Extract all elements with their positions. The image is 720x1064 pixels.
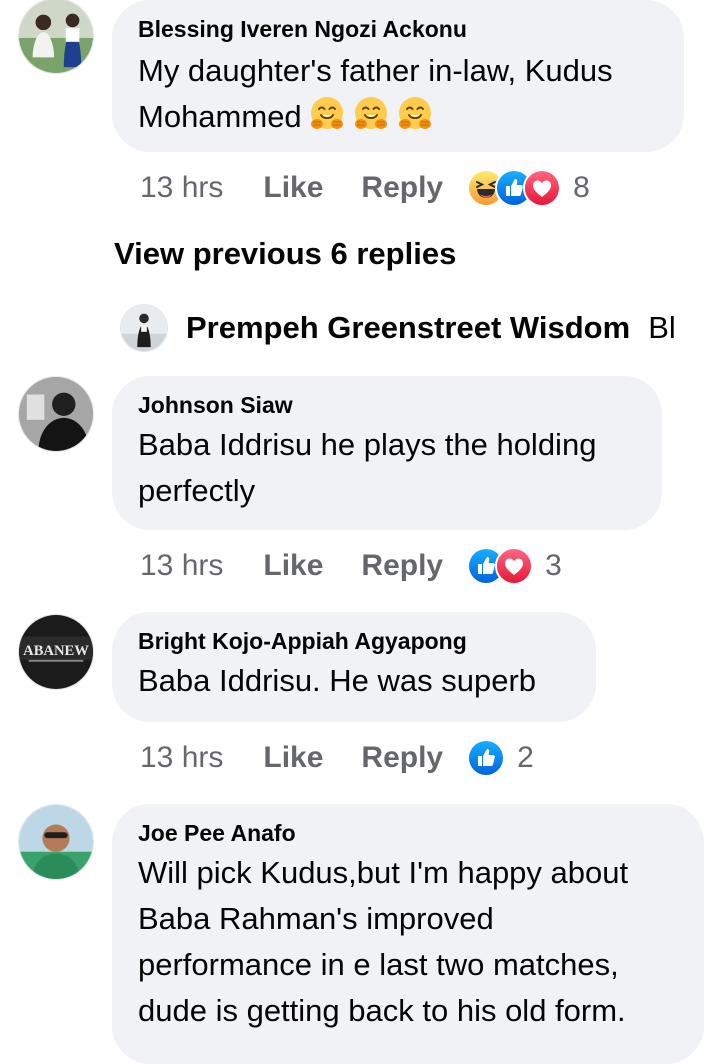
avatar[interactable] — [18, 804, 94, 880]
nested-reply-text: Bl — [648, 310, 676, 345]
love-reaction-icon — [523, 169, 562, 207]
avatar[interactable] — [18, 376, 94, 452]
hugging-face-emoji-icon — [352, 95, 390, 133]
comment-actions: 13 hrs Like Reply 2 — [140, 736, 534, 780]
comment-timestamp[interactable]: 13 hrs — [140, 171, 223, 205]
comment-bubble: Blessing Iveren Ngozi Ackonu My daughter… — [112, 0, 684, 152]
reply-button[interactable]: Reply — [361, 171, 443, 205]
like-reaction-icon — [467, 739, 506, 777]
reaction-summary[interactable]: 3 — [467, 547, 562, 585]
comment-text-line: Mohammed — [138, 99, 302, 134]
comment-text: My daughter's father in-law, Kudus Moham… — [138, 48, 656, 140]
comment-bubble: Bright Kojo-Appiah Agyapong Baba Iddrisu… — [112, 612, 596, 722]
comment-text: Baba Iddrisu. He was superb — [138, 663, 537, 698]
hugging-face-emoji-icon — [396, 95, 434, 133]
reaction-count: 8 — [573, 171, 590, 204]
avatar[interactable] — [120, 304, 168, 352]
comment-bubble: Johnson Siaw Baba Iddrisu he plays the h… — [112, 376, 662, 530]
comment-text-line: My daughter's father in-law, Kudus — [138, 53, 613, 88]
nested-reply-author[interactable]: Prempeh Greenstreet Wisdom — [186, 310, 630, 346]
like-button[interactable]: Like — [263, 741, 323, 775]
comment-author[interactable]: Bright Kojo-Appiah Agyapong — [138, 626, 568, 656]
comment-author[interactable]: Johnson Siaw — [138, 390, 634, 420]
like-button[interactable]: Like — [263, 171, 323, 205]
comment-text: Will pick Kudus,but I'm happy about Baba… — [138, 855, 629, 1028]
reaction-summary[interactable]: 8 — [467, 169, 590, 207]
avatar[interactable] — [18, 0, 94, 74]
reaction-summary[interactable]: 2 — [467, 739, 534, 777]
comment-timestamp[interactable]: 13 hrs — [140, 741, 223, 775]
avatar-logo-text: ABANEW — [23, 643, 89, 659]
nested-reply-preview[interactable]: Prempeh Greenstreet Wisdom Bl — [120, 304, 720, 352]
comment-author[interactable]: Blessing Iveren Ngozi Ackonu — [138, 14, 656, 44]
view-previous-replies-link[interactable]: View previous 6 replies — [114, 236, 456, 272]
comment-text: Baba Iddrisu he plays the holding perfec… — [138, 427, 597, 508]
love-reaction-icon — [495, 547, 534, 585]
comment-actions: 13 hrs Like Reply 3 — [140, 544, 562, 588]
avatar[interactable]: ABANEW — [18, 614, 94, 690]
reply-button[interactable]: Reply — [361, 549, 443, 583]
reply-button[interactable]: Reply — [361, 741, 443, 775]
like-button[interactable]: Like — [263, 549, 323, 583]
comment-actions: 13 hrs Like Reply 8 — [140, 166, 590, 210]
comment-bubble: Joe Pee Anafo Will pick Kudus,but I'm ha… — [112, 804, 704, 1064]
hugging-face-emoji-icon — [308, 95, 346, 133]
reaction-count: 2 — [517, 741, 534, 774]
reaction-count: 3 — [545, 549, 562, 582]
comment-timestamp[interactable]: 13 hrs — [140, 549, 223, 583]
comment-author[interactable]: Joe Pee Anafo — [138, 818, 676, 848]
